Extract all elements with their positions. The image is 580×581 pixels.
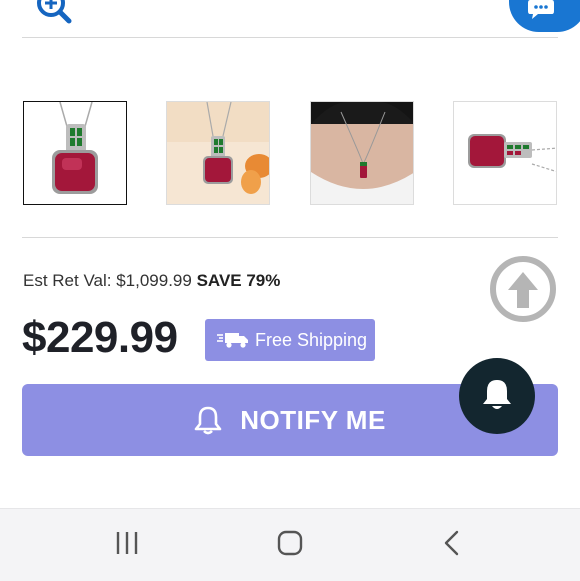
truck-icon bbox=[217, 333, 248, 348]
home-icon[interactable] bbox=[276, 529, 304, 557]
save-percentage: SAVE 79% bbox=[196, 271, 281, 290]
est-value-label: Est Ret Val: $1,099.99 bbox=[23, 271, 192, 290]
back-icon[interactable] bbox=[442, 529, 462, 557]
chat-button[interactable] bbox=[509, 0, 580, 32]
bell-icon bbox=[483, 380, 511, 409]
notifications-fab[interactable] bbox=[459, 358, 535, 434]
arrow-up-icon bbox=[508, 272, 538, 308]
thumbnail-2[interactable] bbox=[166, 101, 270, 205]
thumbnail-1[interactable] bbox=[23, 101, 127, 205]
scroll-to-top-button[interactable] bbox=[490, 256, 556, 322]
chat-bubble-icon bbox=[528, 0, 554, 19]
notify-me-label: NOTIFY ME bbox=[240, 404, 386, 435]
bell-icon bbox=[194, 406, 222, 435]
top-divider bbox=[22, 37, 558, 38]
zoom-in-icon[interactable] bbox=[36, 0, 72, 24]
thumbnail-3[interactable] bbox=[310, 101, 414, 205]
thumbnail-4[interactable] bbox=[453, 101, 557, 205]
estimated-retail-value: Est Ret Val: $1,099.99 SAVE 79% bbox=[23, 271, 280, 291]
sale-price: $229.99 bbox=[22, 313, 178, 362]
recent-apps-icon[interactable] bbox=[114, 529, 140, 557]
system-navigation-bar bbox=[0, 508, 580, 581]
free-shipping-label: Free Shipping bbox=[255, 329, 368, 350]
gallery-divider bbox=[22, 237, 558, 238]
free-shipping-badge: Free Shipping bbox=[205, 319, 375, 361]
